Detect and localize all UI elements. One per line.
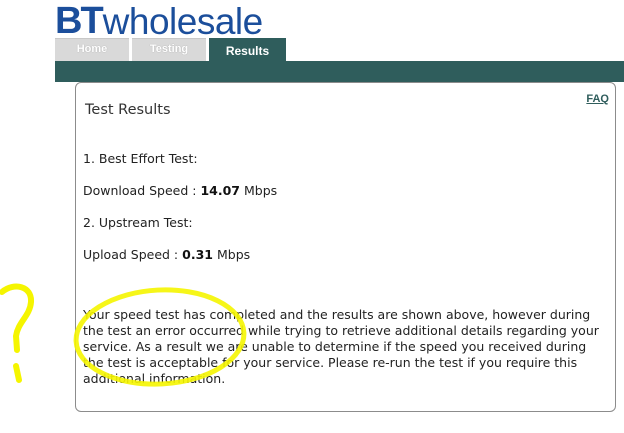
test-results-panel: FAQ Test Results 1. Best Effort Test: Do… [75,82,616,412]
download-speed-value: 14.07 [200,183,241,198]
upload-speed-row: Upload Speed : 0.31 Mbps [83,247,250,262]
bt-wholesale-logo: BT wholesale [55,0,264,42]
tab-home[interactable]: Home [55,38,129,61]
download-speed-row: Download Speed : 14.07 Mbps [83,183,277,198]
faq-link[interactable]: FAQ [586,93,609,105]
nav-bar [55,61,624,82]
upstream-test-heading: 2. Upstream Test: [83,215,193,230]
question-mark-dot [13,363,22,383]
download-speed-label: Download Speed : [83,183,197,198]
tab-bar: Home Testing Results [55,38,286,61]
best-effort-test-heading: 1. Best Effort Test: [83,151,198,166]
page-title: Test Results [85,102,171,118]
question-mark-annotation [0,283,34,353]
logo-wholesale-text: wholesale [102,1,264,42]
upload-speed-value: 0.31 [182,247,213,262]
upload-speed-unit: Mbps [216,247,251,262]
tab-testing[interactable]: Testing [132,38,206,61]
logo-bt-text: BT [55,0,104,42]
download-speed-unit: Mbps [244,183,278,198]
error-message: Your speed test has completed and the re… [83,307,599,386]
upload-speed-label: Upload Speed : [83,247,179,262]
tab-results[interactable]: Results [209,38,286,61]
